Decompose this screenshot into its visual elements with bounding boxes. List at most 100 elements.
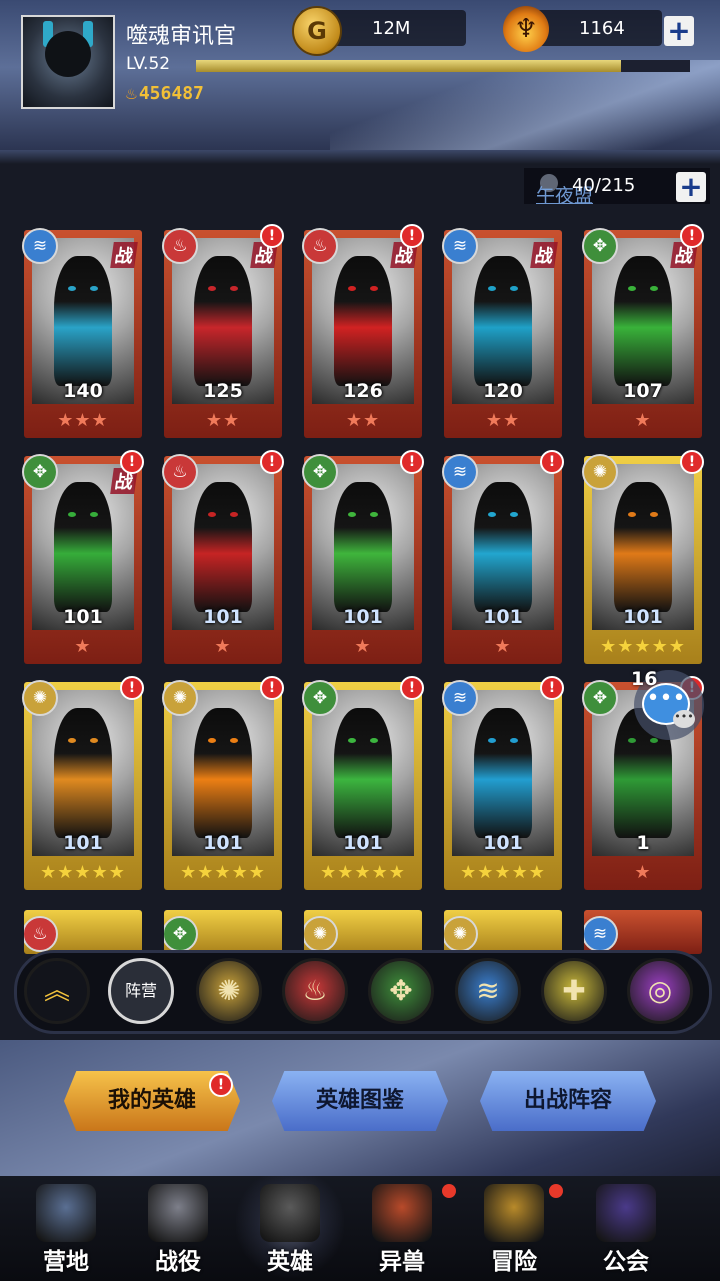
knight-helmet-icon	[260, 1184, 320, 1242]
hero-level: 101	[483, 606, 523, 628]
wood-element-icon: ✥	[22, 454, 58, 490]
hero-eye	[230, 286, 238, 291]
hero-level: 1	[636, 832, 650, 854]
nav-item[interactable]: 公会	[572, 1176, 680, 1281]
light-element-icon: ✺	[22, 680, 58, 716]
nav-item[interactable]: 英雄	[236, 1176, 344, 1281]
hero-eye	[370, 512, 378, 517]
filter-fire-icon[interactable]: ♨	[282, 958, 348, 1024]
nav-item[interactable]: 营地	[12, 1176, 120, 1281]
hero-card[interactable]: ✥! 101 ★★★★★	[302, 676, 424, 890]
hero-card[interactable]: ✥! 101 ★	[302, 450, 424, 664]
hero-stars: ★★★★★	[40, 862, 126, 883]
hero-level: 126	[343, 380, 383, 402]
hero-eye	[68, 286, 76, 291]
wood-element-icon: ✥	[302, 680, 338, 716]
hero-stars: ★	[494, 636, 512, 657]
add-flame-currency-button[interactable]: +	[664, 16, 694, 46]
crossed-swords-icon	[148, 1184, 208, 1242]
battle-lineup-button[interactable]: 出战阵容	[480, 1071, 656, 1131]
castle-icon	[36, 1184, 96, 1242]
avatar-head	[45, 31, 91, 77]
hero-card[interactable]: ≋ 战 140 ★★★	[22, 228, 142, 438]
hero-eye	[90, 286, 98, 291]
upgrade-alert-badge: !	[120, 450, 144, 474]
nav-item[interactable]: 战役	[124, 1176, 232, 1281]
hero-figure	[194, 482, 252, 612]
hero-eye	[348, 512, 356, 517]
in-battle-badge: 战	[530, 242, 558, 268]
hero-figure	[334, 482, 392, 612]
player-level: LV.52	[126, 54, 171, 74]
hero-eye	[510, 512, 518, 517]
nav-label: 战役	[155, 1249, 201, 1275]
hero-eye	[650, 512, 658, 517]
compass-icon	[484, 1184, 544, 1242]
combat-power: ♨ 456487	[126, 83, 204, 104]
hero-card[interactable]: ✺! 101 ★★★★★	[22, 676, 144, 890]
hero-level: 101	[483, 832, 523, 854]
nav-item[interactable]: 异兽	[348, 1176, 456, 1281]
hero-codex-button[interactable]: 英雄图鉴	[272, 1071, 448, 1131]
nav-label: 英雄	[267, 1249, 313, 1275]
hero-stars: ★	[74, 636, 92, 657]
hero-card[interactable]: ♨ 战! 125 ★★	[162, 224, 284, 438]
hero-card[interactable]: ≋ 战 120 ★★	[442, 228, 562, 438]
player-avatar[interactable]	[21, 15, 115, 109]
hero-card[interactable]: ✺	[304, 910, 422, 954]
hero-eye	[510, 738, 518, 743]
light-element-icon: ✺	[582, 454, 618, 490]
nav-label: 异兽	[379, 1249, 425, 1275]
gold-value: 12M	[372, 18, 411, 39]
filter-holy-icon[interactable]: ✚	[541, 958, 607, 1024]
hero-card[interactable]: ✥	[164, 910, 282, 954]
player-name: 噬魂审讯官	[126, 24, 237, 49]
wood-element-icon: ✥	[582, 680, 618, 716]
hero-eye	[488, 512, 496, 517]
upgrade-alert-badge: !	[540, 676, 564, 700]
hero-figure	[474, 256, 532, 386]
filter-light-icon[interactable]: ✺	[196, 958, 262, 1024]
fire-element-icon: ♨	[24, 916, 58, 952]
hero-figure	[614, 256, 672, 386]
hero-level: 101	[63, 832, 103, 854]
my-heroes-alert-badge: !	[209, 1073, 233, 1097]
water-element-icon: ≋	[442, 454, 478, 490]
hero-figure	[194, 708, 252, 838]
hero-card[interactable]: ≋! 101 ★	[442, 450, 564, 664]
hero-eye	[488, 738, 496, 743]
hero-card[interactable]: ≋	[584, 910, 702, 954]
hero-card[interactable]: ✥ 战! 101 ★	[22, 450, 144, 664]
hero-figure	[54, 708, 112, 838]
hero-card[interactable]: ✥ 战! 107 ★	[582, 224, 704, 438]
notification-dot	[549, 1184, 563, 1198]
hero-eye	[370, 738, 378, 743]
hero-stars: ★★	[345, 410, 381, 431]
hero-eye	[208, 738, 216, 743]
hero-level: 107	[623, 380, 663, 402]
filter-water-icon[interactable]: ≋	[455, 958, 521, 1024]
hero-level: 101	[63, 606, 103, 628]
chevron-up-icon[interactable]: ︽	[24, 958, 90, 1024]
filter-void-icon[interactable]: ◎	[627, 958, 693, 1024]
in-battle-badge: 战	[110, 242, 138, 268]
hero-card[interactable]: ✺! 101 ★★★★★	[162, 676, 284, 890]
hero-card[interactable]: ✺	[444, 910, 562, 954]
hero-stars: ★★	[485, 410, 521, 431]
hero-card[interactable]: ≋! 101 ★★★★★	[442, 676, 564, 890]
wood-element-icon: ✥	[582, 228, 618, 264]
hero-eye	[68, 512, 76, 517]
filter-camp-button[interactable]: 阵营	[108, 958, 174, 1024]
hero-card[interactable]: ✺! 101 ★★★★★	[582, 450, 704, 664]
xp-bar-fill	[196, 60, 621, 72]
filter-wood-icon[interactable]: ✥	[368, 958, 434, 1024]
hero-card[interactable]: ♨ 战! 126 ★★	[302, 224, 424, 438]
expand-roster-button[interactable]: +	[676, 172, 706, 202]
hero-eye	[510, 286, 518, 291]
header-light-streak	[330, 60, 720, 150]
hero-figure	[334, 708, 392, 838]
fire-element-icon: ♨	[162, 454, 198, 490]
hero-card[interactable]: ♨	[24, 910, 142, 954]
hero-card[interactable]: ♨! 101 ★	[162, 450, 284, 664]
hero-eye	[650, 738, 658, 743]
